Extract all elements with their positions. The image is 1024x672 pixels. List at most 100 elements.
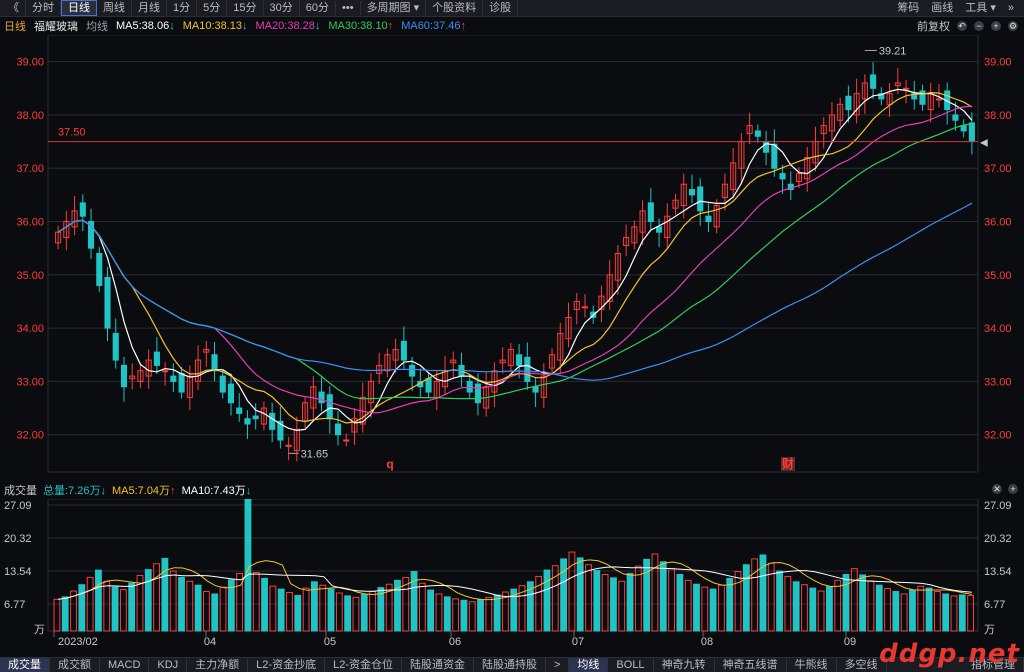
toolbar-right-item-0[interactable]: 筹码 (891, 1, 925, 15)
candle-body (532, 386, 539, 393)
volume-y-tick-left: 27.09 (4, 500, 32, 512)
y-tick-right: 36.00 (984, 217, 1012, 229)
volume-bar (900, 593, 908, 632)
indicator-tab-11[interactable]: BOLL (608, 658, 654, 672)
candle-body (104, 276, 111, 329)
toolbar-item-7[interactable]: 15分 (227, 1, 264, 15)
volume-bar (261, 577, 268, 632)
volume-bar (817, 590, 825, 632)
volume-bar (726, 577, 734, 632)
volume-bar (95, 569, 102, 632)
line-mode[interactable]: 均线 (86, 18, 108, 34)
indicator-tab-4[interactable]: 主力净额 (187, 658, 249, 672)
volume-bar (103, 580, 111, 632)
volume-label: 成交量 (4, 485, 37, 497)
volume-bar (369, 591, 376, 632)
zoom-in-icon[interactable]: + (991, 21, 1001, 31)
toolbar-right-item-3[interactable]: » (1002, 1, 1020, 15)
volume-chart[interactable]: 27.09 27.09 20.32 20.32 13.54 13.54 6.77 6.77 万 万… (0, 499, 1024, 657)
toolbar-item-0[interactable]: 《 (2, 1, 26, 15)
volume-bar (842, 573, 850, 632)
ma30-value: MA30:38.10↑ (328, 20, 394, 32)
volume-unit-left: 万 (34, 624, 45, 636)
volume-bar (875, 584, 883, 632)
toolbar-item-13[interactable]: 诊股 (483, 1, 519, 15)
indicator-tab-5[interactable]: L2-资金抄底 (248, 658, 326, 672)
y-tick-left: 34.00 (16, 323, 44, 335)
volume-y-tick-left: 6.77 (4, 599, 25, 611)
indicator-tab-10[interactable]: 均线 (569, 658, 609, 672)
indicator-tab-8[interactable]: 陆股通持股 (474, 658, 546, 672)
y-tick-left: 39.00 (16, 57, 44, 69)
indicator-tab-7[interactable]: 陆股通资金 (402, 658, 474, 672)
back-icon[interactable]: ↶ (957, 21, 967, 31)
indicator-tab-14[interactable]: 牛熊线 (787, 658, 837, 672)
volume-bar (651, 553, 659, 632)
y-tick-right: 35.00 (984, 270, 1012, 282)
volume-bar (634, 565, 642, 632)
volume-bar (734, 571, 742, 632)
toolbar-item-8[interactable]: 30分 (264, 1, 300, 15)
volume-bar (718, 584, 725, 632)
settings-icon[interactable]: ⚙ (1008, 21, 1018, 31)
volume-bar (468, 601, 476, 632)
toolbar-item-4[interactable]: 月线 (132, 1, 167, 15)
candle-body (425, 378, 432, 393)
toolbar-item-5[interactable]: 1分 (167, 1, 198, 15)
indicator-tab-0[interactable]: 成交量 (0, 658, 50, 672)
toolbar-item-2[interactable]: 日线 (61, 0, 97, 16)
chart-controls: 前复权 ↶ − + ⚙ (917, 17, 1018, 35)
indicator-tab-2[interactable]: MACD (100, 658, 150, 672)
volume-bar (709, 588, 717, 632)
volume-bar (485, 596, 493, 632)
candle-body (474, 383, 482, 404)
x-axis-label: 08 (701, 636, 713, 648)
zoom-out-icon[interactable]: − (974, 21, 984, 31)
volume-bar (352, 596, 360, 632)
x-axis-label: 06 (449, 636, 461, 648)
toolbar-item-1[interactable]: 分时 (26, 1, 61, 15)
indicator-tab-6[interactable]: L2-资金仓位 (325, 658, 402, 672)
volume-bar (967, 595, 975, 632)
indicator-tab-1[interactable]: 成交额 (50, 658, 100, 672)
toolbar-item-11[interactable]: 多周期图 ▾ (361, 1, 427, 15)
volume-bar (443, 596, 451, 632)
candle-body (656, 226, 663, 233)
candle-body (318, 391, 325, 404)
toolbar-item-3[interactable]: 周线 (97, 1, 132, 15)
toolbar-right-item-1[interactable]: 画线 (925, 1, 959, 15)
candle-body (409, 364, 416, 377)
volume-bar (219, 586, 227, 632)
volume-bar (128, 582, 136, 632)
close-icon[interactable]: ✕ (992, 484, 1002, 494)
toolbar-right-item-2[interactable]: 工具 ▾ (959, 1, 1002, 15)
adjust-selector[interactable]: 前复权 (917, 18, 950, 34)
toolbar-item-9[interactable]: 60分 (300, 1, 336, 15)
indicator-tab-13[interactable]: 神奇五线谱 (715, 658, 787, 672)
stock-name[interactable]: 福耀玻璃 (34, 18, 78, 34)
volume-y-tick-right: 20.32 (984, 533, 1012, 545)
toolbar-item-10[interactable]: ••• (336, 1, 361, 15)
volume-bar (244, 499, 252, 632)
volume-bar (335, 592, 343, 632)
y-tick-right: 38.00 (984, 110, 1012, 122)
volume-bar (543, 569, 551, 632)
candle-body (516, 354, 523, 366)
ma30-line (57, 123, 973, 400)
toolbar-item-12[interactable]: 个股资料 (426, 1, 484, 15)
volume-bar (294, 594, 302, 632)
y-tick-right: 39.00 (984, 57, 1012, 69)
add-icon[interactable]: + (1008, 484, 1018, 494)
indicator-tab-12[interactable]: 神奇九转 (654, 658, 715, 672)
candle-body (960, 125, 967, 132)
volume-bar (626, 573, 634, 632)
ma60-line (57, 202, 973, 381)
volume-bar (693, 583, 700, 632)
toolbar-item-6[interactable]: 5分 (197, 1, 228, 15)
volume-bar (676, 573, 684, 632)
volume-bar (792, 581, 800, 632)
indicator-tab-3[interactable]: KDJ (149, 658, 188, 672)
indicator-tab-9[interactable]: > (546, 658, 570, 672)
price-chart[interactable]: 39.00 39.00 38.00 38.00 37.00 37.00 36.00 36.00… (0, 35, 1024, 480)
period-tabs: 《分时 日线 周线 月线 1分 5分 15分 30分 60分 ••• 多周期图 ▾ 个股资料 诊股 (2, 0, 519, 16)
